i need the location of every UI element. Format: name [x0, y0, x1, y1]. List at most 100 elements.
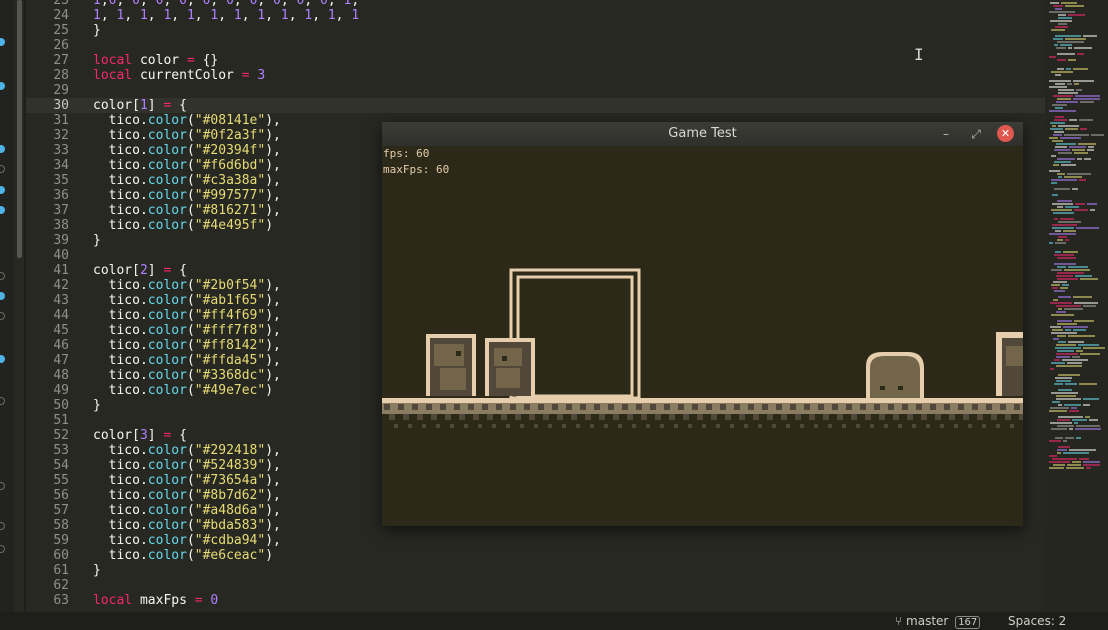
code-token: ,	[335, 8, 352, 23]
code-line[interactable]: 59 tico.color("#cdba94"),	[40, 533, 1060, 548]
ground-pixel	[837, 414, 843, 420]
code-token: ,	[351, 0, 360, 8]
code-token: 1	[280, 8, 289, 23]
ground-pixel	[968, 424, 972, 428]
minimap-line	[1051, 428, 1067, 430]
code-token: tico.	[93, 488, 148, 503]
git-branch[interactable]: ⑂ master 167	[895, 614, 981, 629]
minimap-line	[1056, 380, 1071, 382]
window-titlebar[interactable]: Game Test – ⤢ ✕	[382, 122, 1023, 146]
git-branch-icon: ⑂	[895, 614, 903, 628]
line-number: 23	[53, 0, 69, 8]
code-token: color	[147, 518, 187, 533]
ground-pixel	[963, 414, 969, 420]
line-number: 28	[53, 68, 69, 83]
ground-pixel	[725, 414, 731, 420]
minimap-line	[1073, 98, 1100, 100]
code-token: 3	[257, 68, 266, 83]
minimap-line	[1049, 461, 1070, 463]
code-token: ,	[265, 8, 281, 23]
minimap-line	[1076, 227, 1099, 229]
ground-pixel	[585, 414, 591, 420]
minimap-line	[1051, 362, 1065, 364]
minimap-line	[1053, 212, 1074, 214]
line-number: 26	[53, 38, 69, 53]
minimap-line	[1054, 188, 1070, 190]
code-token: tico.	[93, 353, 148, 368]
minimap-line	[1086, 467, 1091, 469]
ground-pixel	[711, 414, 717, 420]
ground-pixel	[459, 414, 465, 420]
code-token: "#e6ceac"	[194, 548, 266, 563]
code-token: (	[186, 473, 195, 488]
minimap-line	[1054, 359, 1060, 361]
code-token: maxFps	[132, 593, 195, 608]
code-line[interactable]: 24 1, 1, 1, 1, 1, 1, 1, 1, 1, 1, 1, 1	[40, 8, 1060, 23]
minimap-line	[1056, 395, 1076, 397]
code-token: color	[147, 533, 187, 548]
minimap-line	[1055, 146, 1067, 148]
game-canvas[interactable]: fps: 60 maxFps: 60	[382, 146, 1023, 526]
code-token: ),	[265, 353, 281, 368]
code-line[interactable]: 27 local color = {}	[40, 53, 1060, 68]
line-number: 34	[53, 158, 69, 173]
code-token: {	[171, 428, 187, 443]
code-token: 1	[93, 0, 101, 8]
line-number: 25	[53, 23, 69, 38]
maximize-button[interactable]: ⤢	[968, 126, 984, 142]
minimap-line	[1075, 428, 1101, 430]
minimize-button[interactable]: –	[938, 126, 954, 142]
minimap-line	[1077, 158, 1082, 160]
code-line[interactable]: 29	[40, 83, 1060, 98]
code-line[interactable]: 60 tico.color("#e6ceac")	[40, 548, 1060, 563]
minimap-line	[1049, 137, 1058, 139]
code-token: tico.	[93, 113, 148, 128]
ground-pixel	[996, 424, 1000, 428]
minimap-line	[1053, 281, 1067, 283]
line-number: 62	[53, 578, 69, 593]
code-token: 2	[139, 263, 148, 278]
minimap-line	[1050, 2, 1059, 4]
code-line[interactable]: 63 local maxFps = 0	[40, 593, 1060, 608]
minimap-line	[1049, 86, 1067, 88]
line-number: 45	[53, 323, 69, 338]
code-token: (	[186, 128, 195, 143]
code-line[interactable]: 23 1,0, 0, 0, 0, 0, 0, 0, 0, 0, 0, 1,	[40, 0, 1060, 8]
editor-scrollbar[interactable]	[17, 0, 22, 258]
minimap-line	[1065, 128, 1078, 130]
code-token: color	[147, 218, 187, 233]
minimap-line	[1050, 407, 1069, 409]
minimap[interactable]	[1045, 0, 1108, 612]
bookmark-marker	[0, 397, 5, 405]
code-line[interactable]: 28 local currentColor = 3	[40, 68, 1060, 83]
minimap-line	[1055, 26, 1068, 28]
code-token: color	[147, 308, 187, 323]
code-token: ,	[171, 8, 187, 23]
code-token: color	[147, 293, 187, 308]
ground-pixel	[874, 404, 880, 410]
game-window[interactable]: Game Test – ⤢ ✕ fps: 60 maxFps: 60	[382, 122, 1023, 526]
code-token: color	[147, 338, 187, 353]
close-button[interactable]: ✕	[997, 125, 1014, 142]
indentation-setting[interactable]: Spaces: 2	[1008, 614, 1066, 628]
code-token: }	[93, 563, 101, 578]
ground-pixel	[674, 424, 678, 428]
code-token: ,	[124, 8, 140, 23]
code-line[interactable]: 26	[40, 38, 1060, 53]
minimap-line	[1055, 35, 1081, 37]
code-line[interactable]: 61}	[40, 563, 1060, 578]
code-token: =	[194, 593, 203, 608]
code-line[interactable]: 25}	[40, 23, 1060, 38]
minimap-line	[1053, 5, 1063, 7]
code-token: "#4e495f"	[194, 218, 266, 233]
code-token: }	[93, 23, 101, 38]
code-token: ,	[100, 8, 117, 23]
code-token: tico.	[93, 308, 148, 323]
code-line[interactable]: 30 color[1] = {	[26, 98, 1060, 113]
gutter-markers	[0, 0, 14, 612]
code-line[interactable]: 62	[40, 578, 1060, 593]
code-token: "#a48d6a"	[194, 503, 266, 518]
minimap-line	[1076, 425, 1100, 427]
ground-pixel	[660, 424, 664, 428]
code-token: ),	[265, 443, 281, 458]
